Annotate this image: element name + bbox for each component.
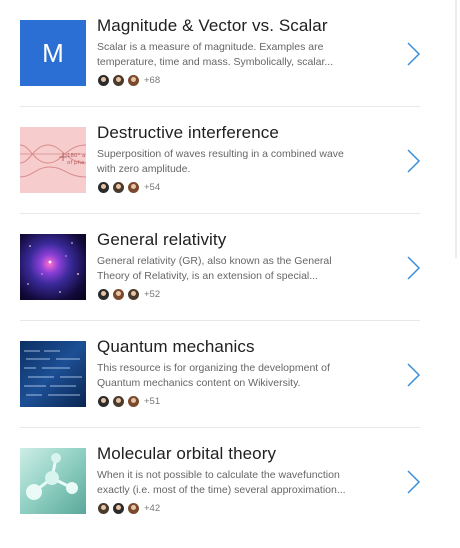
item-description: Superposition of waves resulting in a co… bbox=[97, 148, 344, 175]
contributors: +42 bbox=[97, 501, 160, 515]
avatar bbox=[127, 394, 140, 408]
equations-icon bbox=[24, 350, 82, 396]
contributors: +51 bbox=[97, 394, 160, 408]
list-item-quantum-mechanics[interactable]: Quantum mechanics This resource is for o… bbox=[0, 321, 422, 428]
contributor-count: +54 bbox=[144, 181, 161, 193]
wave-icon: + 180° a of pha bbox=[20, 144, 86, 178]
list-item-general-relativity[interactable]: General relativity General relativity (G… bbox=[0, 214, 422, 321]
avatar bbox=[112, 73, 125, 87]
list-item-molecular-orbital-theory[interactable]: Molecular orbital theory When it is not … bbox=[0, 428, 422, 535]
svg-text:of pha: of pha bbox=[67, 160, 84, 166]
list-item-destructive-interference[interactable]: + 180° a of pha Destructive interference… bbox=[0, 107, 422, 214]
avatar bbox=[97, 394, 110, 408]
item-title: Molecular orbital theory bbox=[97, 444, 277, 463]
avatar bbox=[112, 287, 125, 301]
avatar bbox=[127, 73, 140, 87]
item-description: This resource is for organizing the deve… bbox=[97, 362, 330, 389]
avatar bbox=[97, 180, 110, 194]
avatar bbox=[97, 501, 110, 515]
avatar bbox=[112, 501, 125, 515]
avatar bbox=[97, 73, 110, 87]
chevron-right-icon[interactable] bbox=[404, 254, 422, 282]
thumbnail-letter: M bbox=[42, 37, 64, 68]
contributor-count: +52 bbox=[144, 288, 161, 300]
contributors: +68 bbox=[97, 73, 160, 87]
avatar bbox=[97, 287, 110, 301]
chevron-right-icon[interactable] bbox=[404, 40, 422, 68]
contributor-count: +42 bbox=[144, 502, 161, 514]
chevron-right-icon[interactable] bbox=[404, 468, 422, 496]
chevron-right-icon[interactable] bbox=[404, 147, 422, 175]
item-description: When it is not possible to calculate the… bbox=[97, 469, 346, 496]
molecule-thumbnail bbox=[20, 448, 86, 514]
avatar bbox=[112, 180, 125, 194]
item-title: Magnitude & Vector vs. Scalar bbox=[97, 16, 328, 35]
avatar bbox=[112, 394, 125, 408]
contributors: +54 bbox=[97, 180, 160, 194]
equations-thumbnail bbox=[20, 341, 86, 407]
magnitude-thumbnail: M bbox=[20, 20, 86, 86]
chevron-right-icon[interactable] bbox=[404, 361, 422, 389]
svg-text:180° a: 180° a bbox=[67, 153, 85, 159]
item-description: General relativity (GR), also known as t… bbox=[97, 255, 332, 282]
avatar bbox=[127, 180, 140, 194]
scrollbar-track[interactable] bbox=[455, 0, 457, 258]
contributor-count: +51 bbox=[144, 395, 161, 407]
contributor-count: +68 bbox=[144, 74, 161, 86]
avatar bbox=[127, 501, 140, 515]
item-description: Scalar is a measure of magnitude. Exampl… bbox=[97, 41, 334, 68]
item-title: General relativity bbox=[97, 230, 227, 249]
galaxy-icon bbox=[27, 242, 79, 293]
item-title: Destructive interference bbox=[97, 123, 279, 142]
avatar bbox=[127, 287, 140, 301]
item-title: Quantum mechanics bbox=[97, 337, 255, 356]
wave-diagram-thumbnail: + 180° a of pha bbox=[20, 127, 86, 193]
galaxy-thumbnail bbox=[20, 234, 86, 300]
molecule-icon bbox=[26, 453, 78, 500]
list-item-magnitude[interactable]: M Magnitude & Vector vs. Scalar Scalar i… bbox=[0, 0, 422, 107]
contributors: +52 bbox=[97, 287, 160, 301]
